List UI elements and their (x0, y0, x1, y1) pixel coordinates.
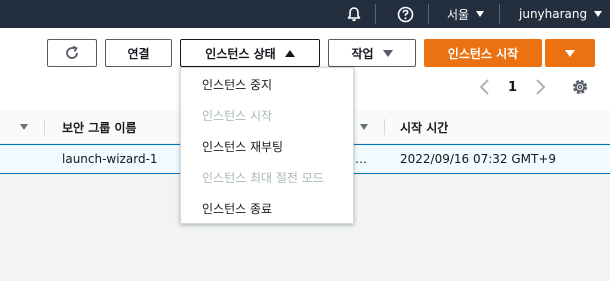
account-menu[interactable]: junyharang (519, 0, 603, 28)
launch-instances-button[interactable]: 인스턴스 시작 (424, 39, 542, 67)
chevron-down-icon (476, 11, 485, 17)
region-label: 서울 (447, 7, 470, 22)
refresh-icon (66, 45, 78, 59)
column-divider[interactable] (384, 119, 385, 135)
instance-state-label: 인스턴스 상태 (205, 46, 276, 61)
top-navigation-bar: 서울 junyharang (0, 0, 610, 28)
account-name: junyharang (519, 7, 588, 21)
menu-item-hibernate-instance: 인스턴스 최대 절전 모드 (202, 170, 324, 185)
sort-icon[interactable] (360, 110, 368, 144)
column-header-launch-time[interactable]: 시작 시간 (400, 110, 448, 144)
chevron-down-icon (594, 11, 603, 17)
connect-button[interactable]: 연결 (105, 39, 172, 67)
menu-item-stop-instance[interactable]: 인스턴스 중지 (181, 69, 353, 99)
security-group-cell: launch-wizard-1 (62, 152, 158, 166)
preferences-gear-icon[interactable] (570, 76, 590, 98)
chevron-down-icon (382, 49, 393, 57)
nav-separator (499, 4, 500, 24)
connect-label: 연결 (127, 46, 150, 61)
instance-state-button[interactable]: 인스턴스 상태 (180, 39, 320, 67)
current-page-number[interactable]: 1 (508, 80, 517, 95)
truncated-cell: … (355, 152, 367, 166)
caret-up-icon (284, 49, 295, 57)
chevron-down-icon (565, 49, 575, 57)
help-icon[interactable] (397, 0, 414, 28)
launch-options-dropdown-button[interactable] (545, 39, 595, 67)
column-header-label: 보안 그룹 이름 (62, 120, 137, 135)
launch-instances-label: 인스턴스 시작 (447, 46, 519, 61)
column-divider[interactable] (44, 119, 45, 135)
region-selector[interactable]: 서울 (447, 0, 485, 28)
pagination: 1 (478, 76, 547, 98)
previous-page-icon[interactable] (478, 78, 492, 96)
next-page-icon[interactable] (533, 78, 547, 96)
menu-item-terminate-instance[interactable]: 인스턴스 종료 (181, 193, 353, 223)
column-header-security-group-name[interactable]: 보안 그룹 이름 (62, 110, 137, 144)
menu-item-reboot-instance[interactable]: 인스턴스 재부팅 (181, 131, 353, 161)
notifications-bell-icon[interactable] (346, 0, 362, 28)
sort-icon[interactable] (20, 110, 28, 144)
nav-separator (428, 4, 429, 24)
column-header-label: 시작 시간 (400, 120, 449, 135)
actions-button[interactable]: 작업 (328, 39, 416, 67)
refresh-button[interactable] (47, 39, 97, 67)
launch-time-cell: 2022/09/16 07:32 GMT+9 (400, 152, 557, 166)
actions-label: 작업 (351, 46, 374, 61)
menu-item-start-instance: 인스턴스 시작 (202, 108, 273, 123)
instance-state-menu: 인스턴스 중지 인스턴스 시작 인스턴스 재부팅 인스턴스 최대 절전 모드 인… (180, 67, 354, 224)
nav-separator (375, 4, 376, 24)
